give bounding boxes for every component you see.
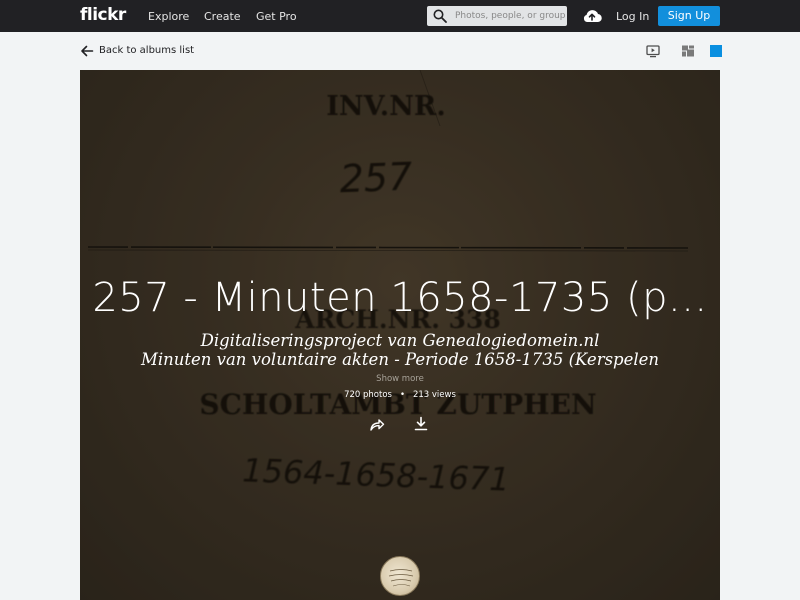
arrow-left-icon bbox=[81, 45, 94, 57]
stats-separator: • bbox=[399, 390, 405, 400]
album-cover: INV.NR. 257 ARCH.NR. 338 SCHOLTAMBT ZUTP… bbox=[80, 70, 720, 600]
photo-count: 720 photos bbox=[344, 390, 392, 400]
single-view-icon[interactable] bbox=[709, 44, 723, 58]
download-icon[interactable] bbox=[413, 416, 429, 432]
owner-avatar[interactable] bbox=[380, 556, 420, 596]
album-title: 257 - Minuten 1658-1735 (p... bbox=[92, 275, 708, 321]
share-arrow-icon[interactable] bbox=[369, 416, 385, 432]
slideshow-icon[interactable] bbox=[646, 44, 660, 58]
signup-button[interactable]: Sign Up bbox=[658, 6, 720, 26]
nav-explore[interactable]: Explore bbox=[148, 10, 189, 23]
flickr-logo[interactable]: flickr bbox=[80, 5, 126, 25]
show-more-link[interactable]: Show more bbox=[80, 374, 720, 384]
search-icon[interactable] bbox=[433, 9, 447, 23]
grid-icon[interactable] bbox=[681, 44, 695, 58]
search-input[interactable] bbox=[455, 6, 565, 26]
nav-create[interactable]: Create bbox=[204, 10, 241, 23]
album-stats: 720 photos • 213 views bbox=[80, 390, 720, 400]
cloud-upload-icon[interactable] bbox=[582, 7, 602, 25]
nav-get-pro[interactable]: Get Pro bbox=[256, 10, 297, 23]
album-description-line-2: Minuten van voluntaire akten - Periode 1… bbox=[140, 350, 660, 369]
view-count: 213 views bbox=[412, 390, 456, 400]
avatar-image bbox=[388, 569, 414, 587]
top-nav: flickr Explore Create Get Pro Log In Sig… bbox=[0, 0, 800, 32]
login-link[interactable]: Log In bbox=[616, 10, 649, 23]
search-box[interactable] bbox=[427, 6, 567, 26]
back-label: Back to albums list bbox=[99, 45, 195, 56]
album-description-line-1: Digitaliseringsproject van Genealogiedom… bbox=[200, 331, 600, 350]
